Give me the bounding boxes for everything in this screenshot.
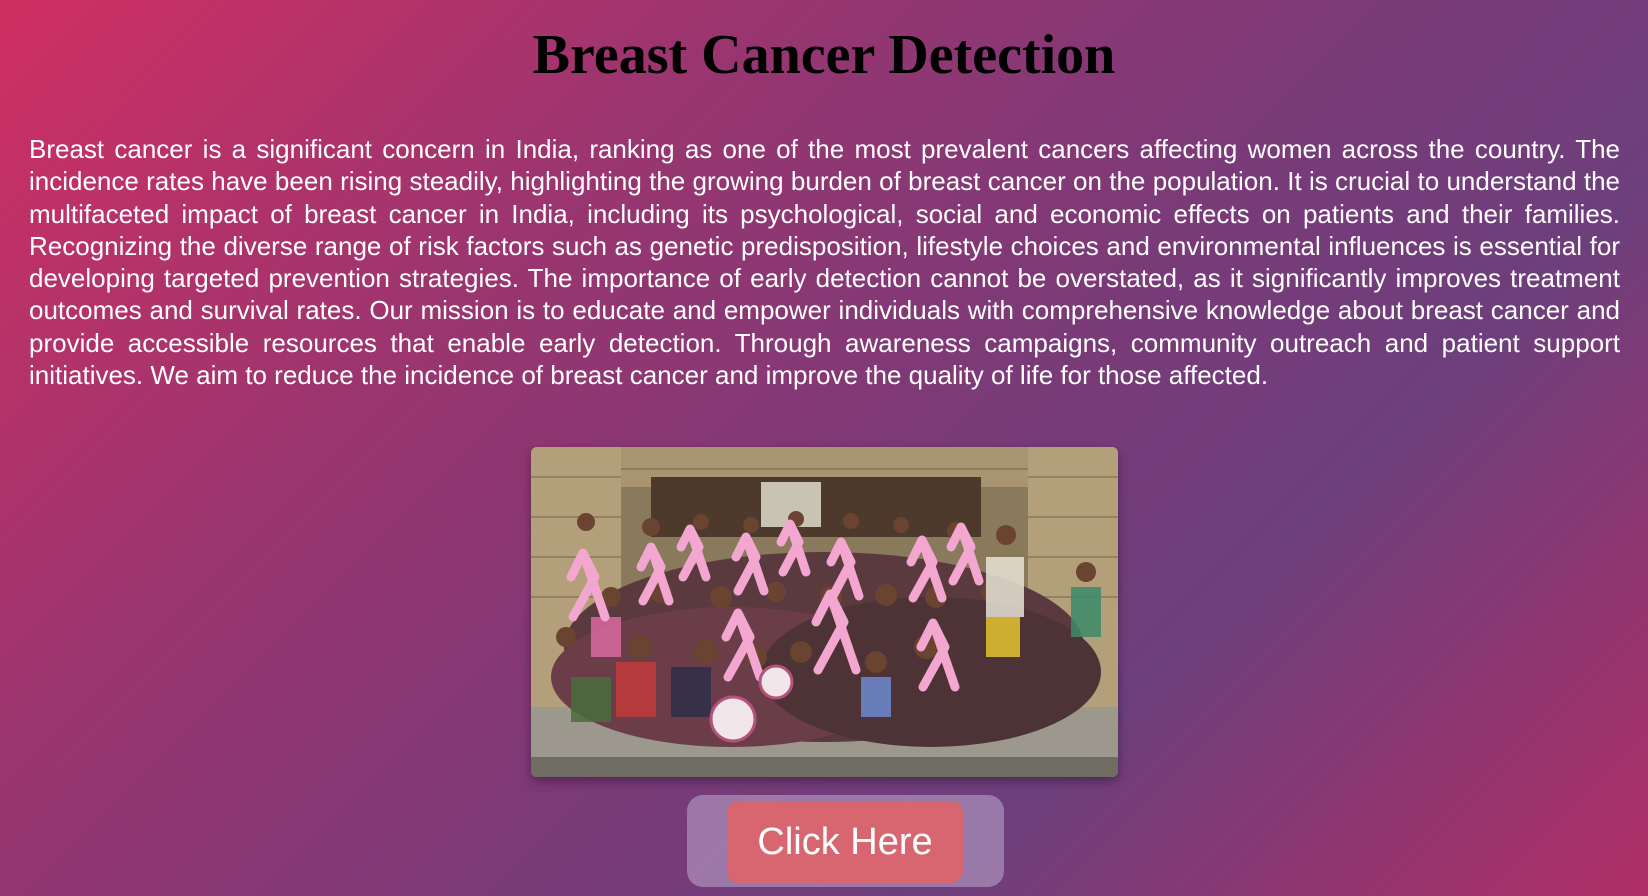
click-here-button[interactable]: Click Here — [727, 801, 963, 883]
intro-paragraph: Breast cancer is a significant concern i… — [29, 134, 1620, 391]
page-title: Breast Cancer Detection — [532, 24, 1116, 86]
cta-container: Click Here — [687, 795, 1004, 887]
photo-illustration — [531, 447, 1118, 777]
awareness-group-photo — [531, 447, 1118, 777]
